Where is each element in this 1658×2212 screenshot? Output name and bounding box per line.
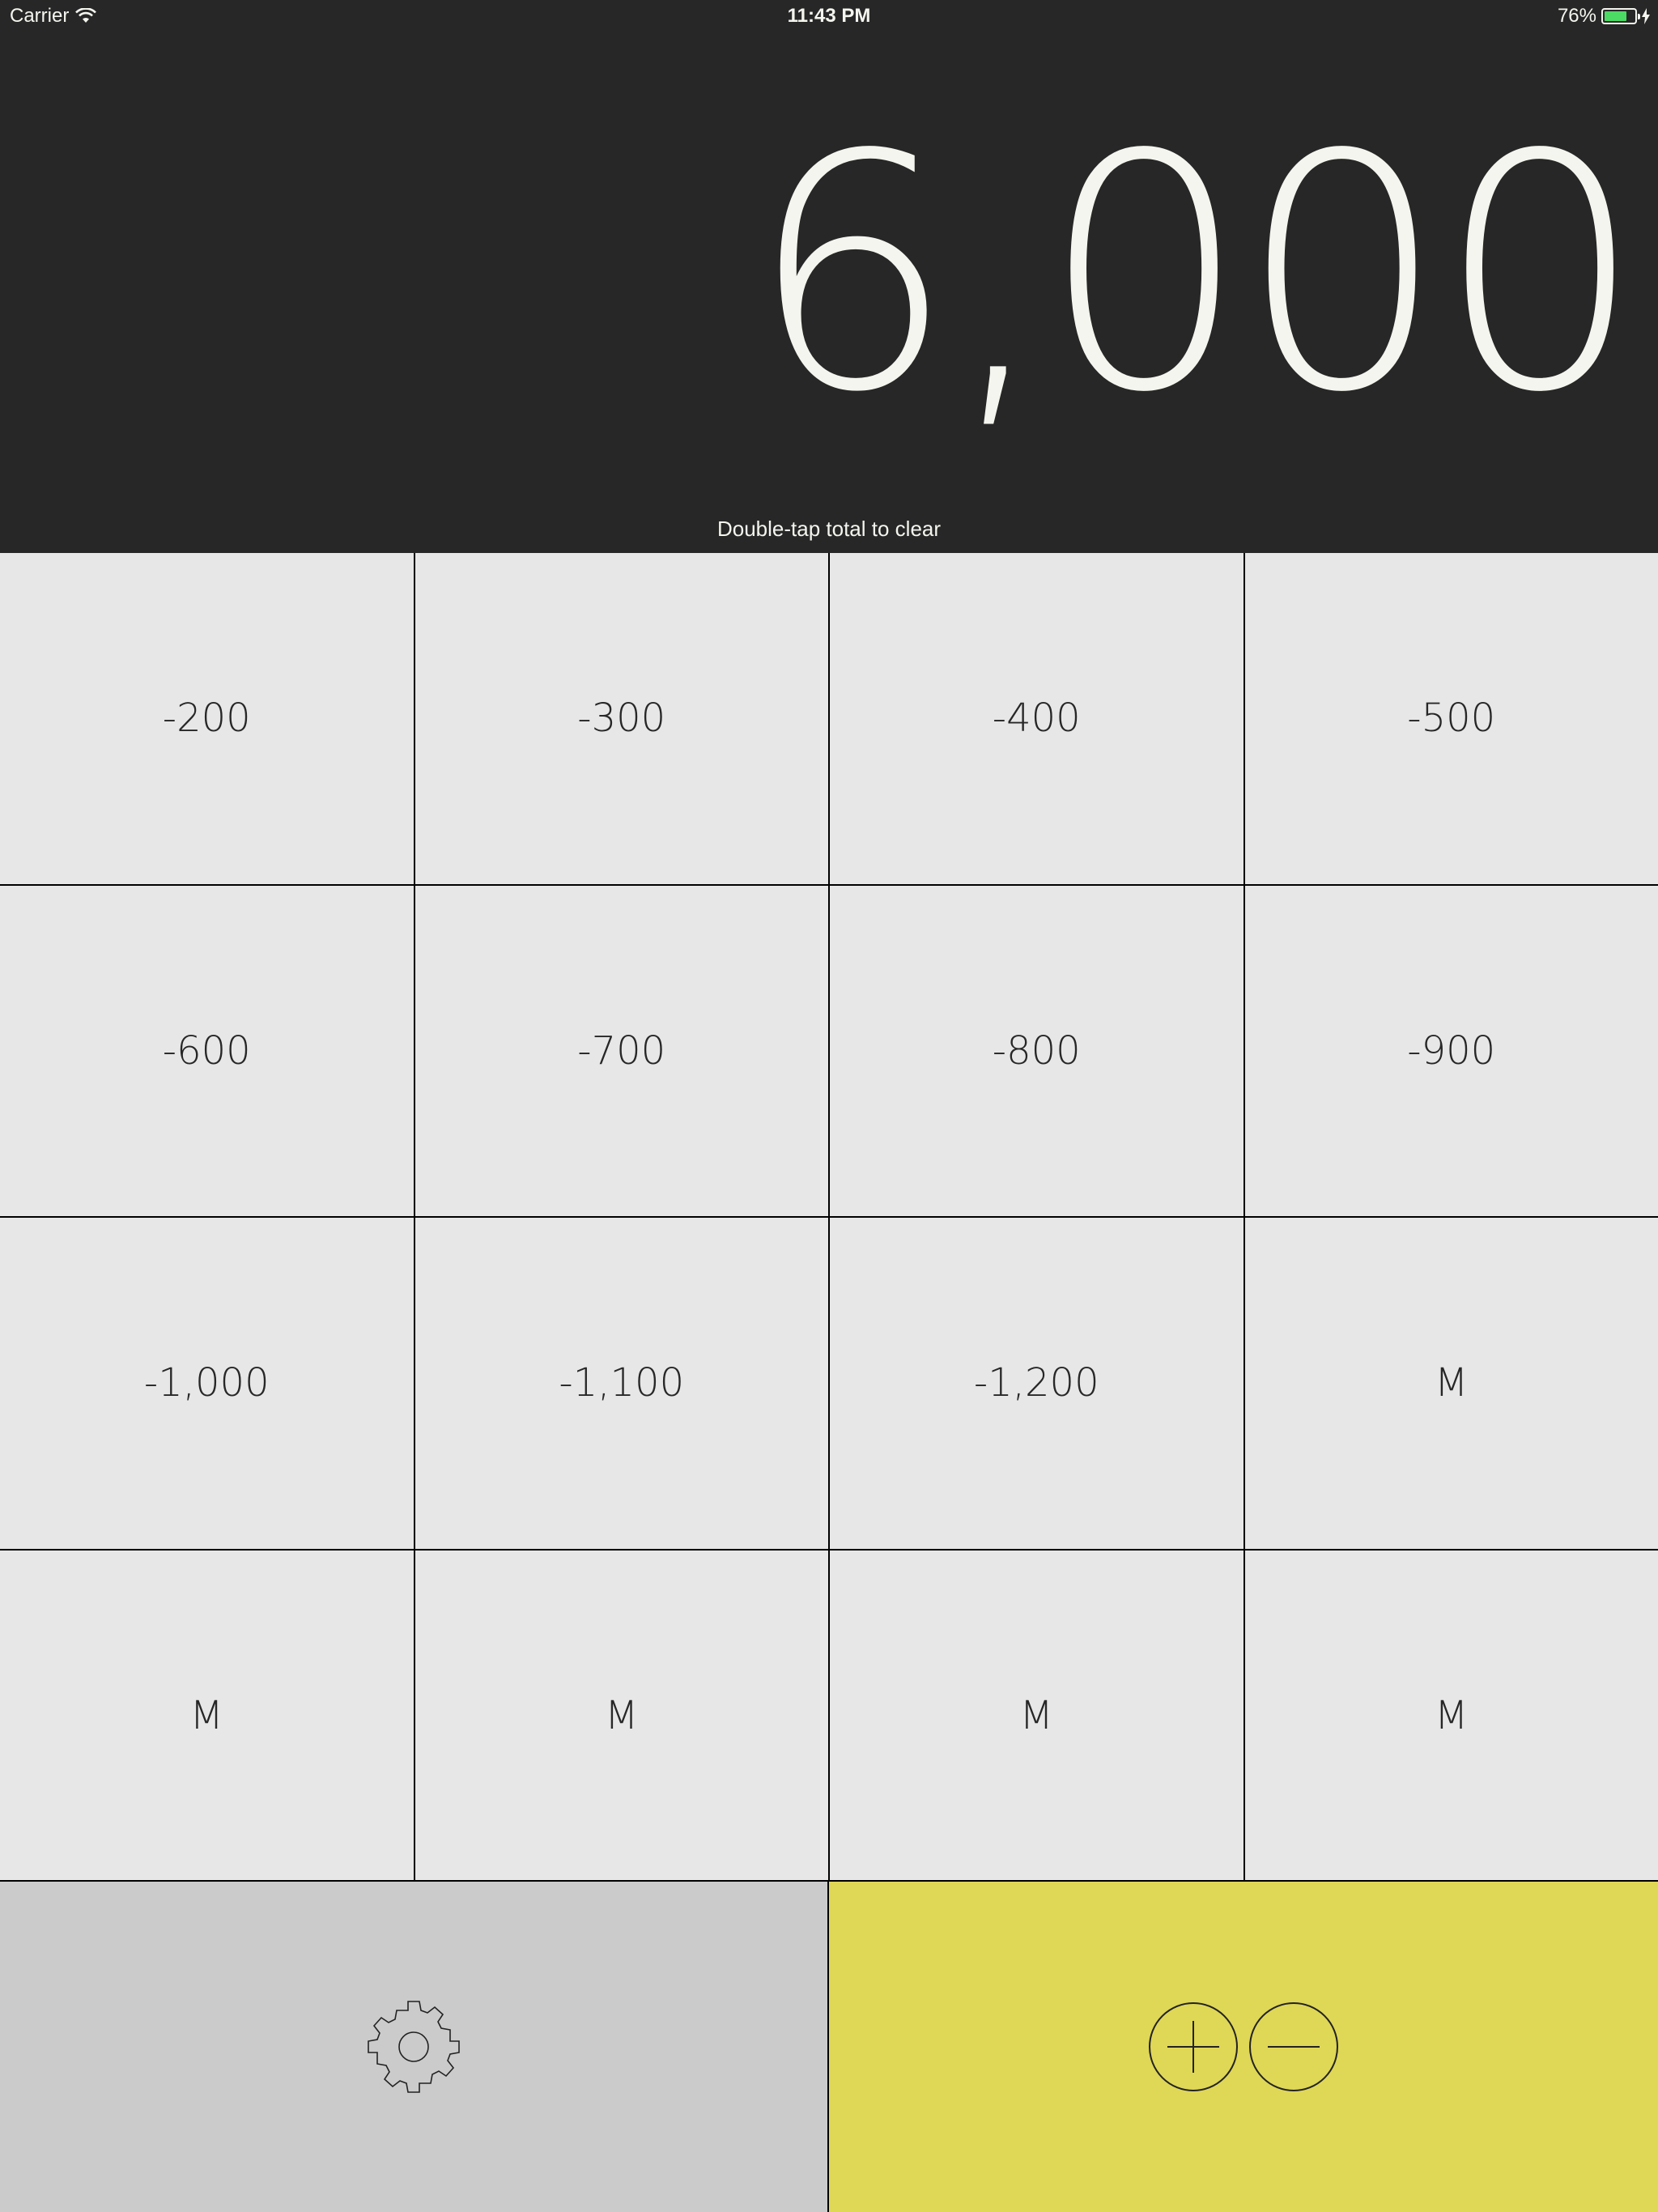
total-value[interactable]: 6,000 [749, 113, 1643, 437]
clear-hint: Double-tap total to clear [716, 517, 942, 541]
gear-icon [368, 2001, 460, 2093]
key-button[interactable]: -1,200 [830, 1218, 1244, 1549]
battery-icon [1601, 8, 1640, 24]
memory-key-button[interactable]: M [414, 1550, 828, 1881]
memory-key-button[interactable]: M [0, 1550, 414, 1881]
key-button[interactable]: -700 [414, 885, 828, 1216]
memory-key-button[interactable]: M [1244, 1218, 1658, 1549]
key-button[interactable]: -800 [830, 885, 1244, 1216]
key-button[interactable]: -300 [414, 553, 828, 884]
sign-toggle-pane [829, 1882, 1658, 2212]
status-bar: Carrier 11:43 PM 76% [0, 0, 1658, 32]
key-button[interactable]: -600 [0, 885, 414, 1216]
key-button[interactable]: -900 [1244, 885, 1658, 1216]
key-button[interactable]: -1,100 [414, 1218, 828, 1549]
minus-circle-icon[interactable] [1248, 2001, 1339, 2092]
plus-circle-icon[interactable] [1148, 2001, 1239, 2092]
keypad: -200 -300 -400 -500 -600 -700 -800 -900 … [0, 553, 1658, 1881]
battery-nub [1638, 14, 1640, 19]
settings-button[interactable] [0, 1882, 829, 2212]
charging-icon [1642, 8, 1650, 24]
battery-percent: 76% [1557, 5, 1596, 27]
bottom-bar [0, 1880, 1658, 2212]
total-display[interactable]: 6,000 Double-tap total to clear [0, 32, 1658, 553]
key-button[interactable]: -200 [0, 553, 414, 884]
status-right: 76% [1558, 5, 1650, 28]
memory-key-button[interactable]: M [830, 1550, 1244, 1881]
key-button[interactable]: -500 [1244, 553, 1658, 884]
memory-key-button[interactable]: M [1244, 1550, 1658, 1881]
key-button[interactable]: -400 [830, 553, 1244, 884]
status-time: 11:43 PM [787, 5, 871, 27]
key-button[interactable]: -1,000 [0, 1218, 414, 1549]
battery-fill [1605, 11, 1627, 21]
